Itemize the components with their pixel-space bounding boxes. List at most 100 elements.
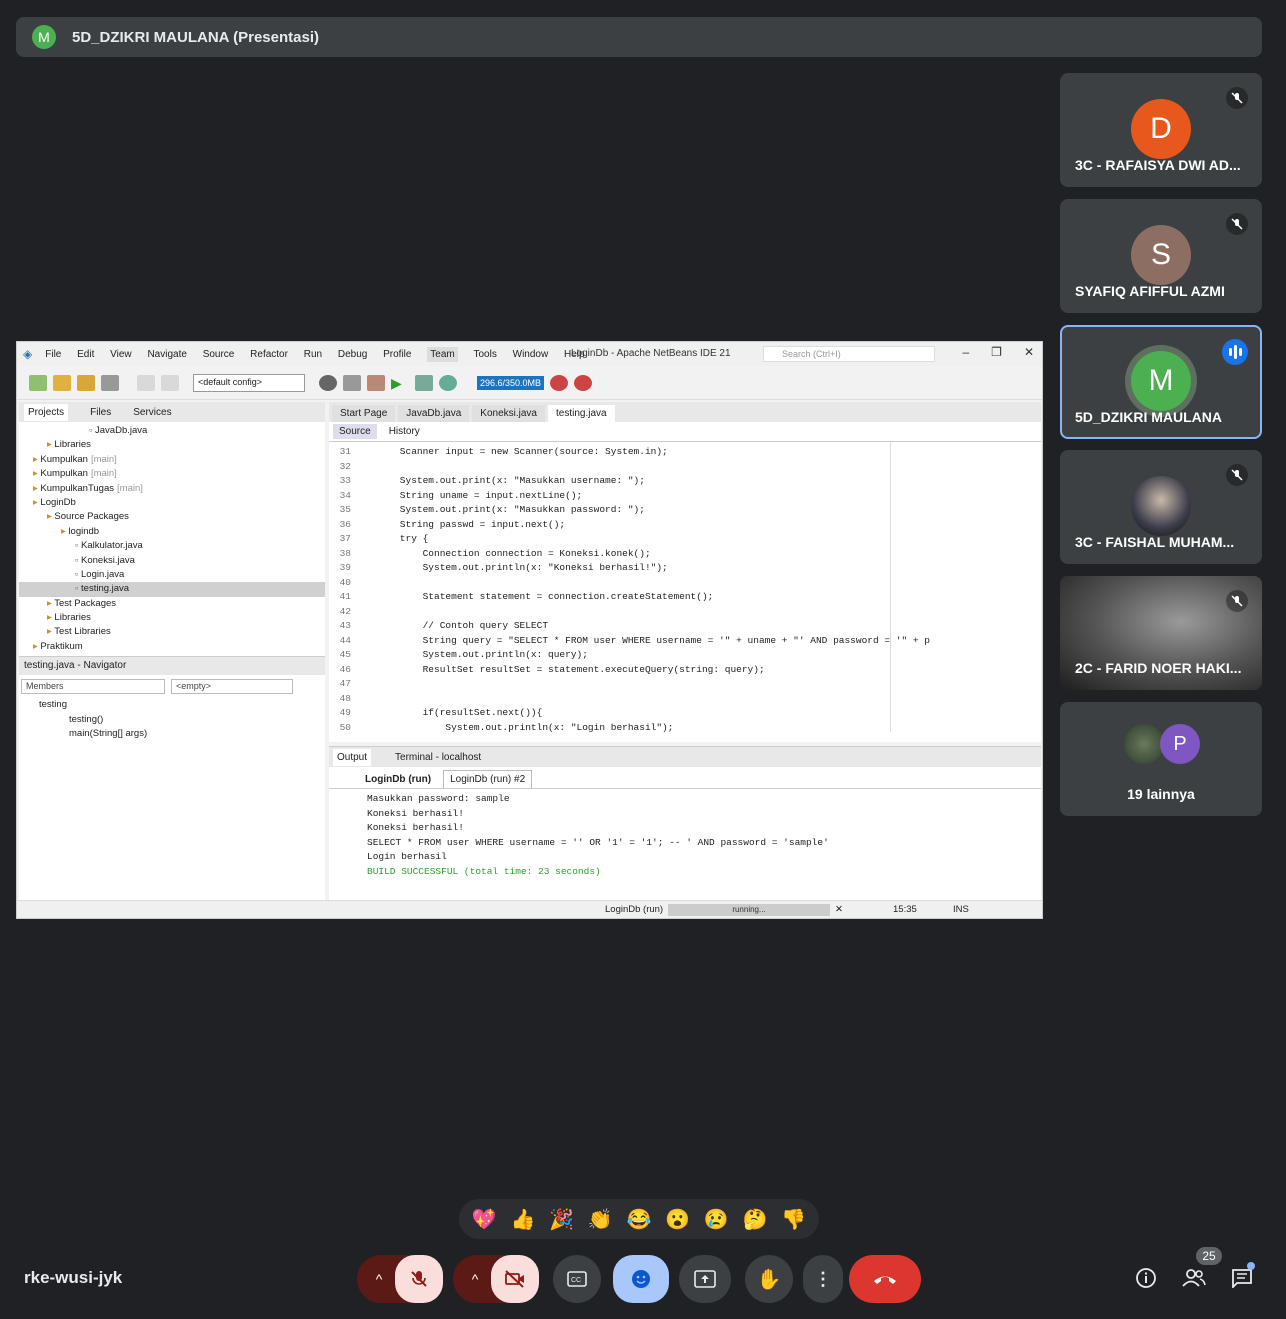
memory-indicator[interactable]: 296.6/350.0MB	[477, 375, 545, 390]
restore-icon[interactable]: ❐	[991, 345, 1002, 359]
reaction-heart[interactable]: 💖	[472, 1207, 497, 1232]
nav-constructor-item[interactable]: testing()	[39, 713, 325, 728]
tab-output[interactable]: Output	[333, 748, 372, 766]
run-tab-2[interactable]: LoginDb (run) #2	[443, 770, 533, 788]
run-tab-1[interactable]: LoginDb (run)	[359, 771, 437, 788]
members-select[interactable]: Members	[21, 679, 165, 694]
source-mode-button[interactable]: Source	[333, 424, 377, 439]
tree-item[interactable]: ▸ Praktikum	[19, 640, 325, 654]
tree-item[interactable]: ▸ Libraries	[19, 438, 325, 452]
tab-terminal[interactable]: Terminal - localhost	[395, 752, 481, 763]
nav-class-item[interactable]: testing	[39, 698, 325, 713]
mic-toggle-button[interactable]	[395, 1255, 443, 1303]
tree-item[interactable]: ▸ Test Packages	[19, 597, 325, 611]
mic-off-icon	[1226, 590, 1248, 612]
debug-icon[interactable]	[415, 374, 433, 391]
reaction-thumbs-up[interactable]: 👍	[511, 1207, 536, 1232]
reaction-surprised[interactable]: 😮	[665, 1207, 690, 1232]
menu-refactor[interactable]: Refactor	[250, 349, 288, 360]
reaction-clap[interactable]: 👏	[588, 1207, 613, 1232]
tree-item[interactable]: ▫ Koneksi.java	[19, 554, 325, 568]
tree-item[interactable]: ▸ Kumpulkan [main]	[19, 453, 325, 467]
menu-view[interactable]: View	[110, 349, 132, 360]
participant-tile[interactable]: D 3C - RAFAISYA DWI AD...	[1060, 73, 1262, 187]
tab-testing[interactable]: testing.java	[548, 405, 615, 422]
menu-team[interactable]: Team	[427, 346, 458, 362]
menu-file[interactable]: File	[45, 349, 61, 360]
tree-item[interactable]: ▸ Libraries	[19, 611, 325, 625]
minimize-icon[interactable]: –	[962, 345, 969, 359]
tree-item[interactable]: ▸ logindb	[19, 525, 325, 539]
meeting-info-button[interactable]	[1134, 1266, 1158, 1290]
tree-item[interactable]: ▸ Source Packages	[19, 510, 325, 524]
line-number: 48	[339, 692, 351, 704]
tree-item[interactable]: ▸ Kumpulkan [main]	[19, 467, 325, 481]
reaction-party[interactable]: 🎉	[549, 1207, 574, 1232]
menu-profile[interactable]: Profile	[383, 349, 411, 360]
tab-start-page[interactable]: Start Page	[332, 405, 396, 422]
close-icon[interactable]: ✕	[1024, 345, 1034, 359]
open-project-icon[interactable]	[77, 374, 95, 391]
globe-icon[interactable]	[319, 374, 337, 391]
tree-item[interactable]: ▫ testing.java	[19, 582, 325, 597]
tab-koneksi[interactable]: Koneksi.java	[472, 405, 545, 422]
tree-item[interactable]: ▫ JavaDb.java	[19, 424, 325, 438]
raise-hand-button[interactable]: ✋	[745, 1255, 793, 1303]
presenter-label: 5D_DZIKRI MAULANA (Presentasi)	[72, 28, 319, 46]
tab-files[interactable]: Files	[90, 407, 111, 418]
menu-source[interactable]: Source	[203, 349, 235, 360]
save-all-icon[interactable]	[101, 374, 119, 391]
code-line: System.out.println(x: query);	[377, 649, 588, 660]
more-options-button[interactable]: ⋮	[803, 1255, 843, 1303]
menu-run[interactable]: Run	[304, 349, 322, 360]
tree-item[interactable]: ▫ Kalkulator.java	[19, 539, 325, 553]
search-box[interactable]: Search (Ctrl+I)	[763, 346, 935, 362]
camera-toggle-button[interactable]	[491, 1255, 539, 1303]
tab-services[interactable]: Services	[133, 407, 171, 418]
profile-icon[interactable]	[439, 374, 457, 391]
new-project-icon[interactable]	[53, 374, 71, 391]
tree-item[interactable]: ▸ KumpulkanTugas [main]	[19, 482, 325, 496]
participant-tile[interactable]: 2C - FARID NOER HAKI...	[1060, 576, 1262, 690]
run-icon[interactable]: ▶	[391, 375, 409, 391]
menu-tools[interactable]: Tools	[474, 349, 497, 360]
redo-icon[interactable]	[161, 374, 179, 391]
tab-projects[interactable]: Projects	[24, 403, 69, 421]
menu-window[interactable]: Window	[513, 349, 549, 360]
filter-select[interactable]: <empty>	[171, 679, 293, 694]
captions-button[interactable]: CC	[553, 1255, 601, 1303]
clean-build-icon[interactable]	[367, 374, 385, 391]
reaction-laugh[interactable]: 😂	[627, 1207, 652, 1232]
history-mode-button[interactable]: History	[389, 426, 420, 437]
navigator-pane: testing.java - Navigator Members <empty>…	[19, 656, 325, 902]
new-file-icon[interactable]	[29, 374, 47, 391]
present-button[interactable]	[679, 1255, 731, 1303]
tab-javadb[interactable]: JavaDb.java	[398, 405, 470, 422]
output-line: Koneksi berhasil!	[367, 822, 464, 833]
config-select[interactable]: <default config>	[193, 373, 305, 392]
profiler-icon[interactable]	[574, 374, 593, 391]
participant-tile-active[interactable]: M 5D_DZIKRI MAULANA	[1060, 325, 1262, 439]
menu-edit[interactable]: Edit	[77, 349, 94, 360]
reaction-sad[interactable]: 😢	[704, 1207, 729, 1232]
menu-debug[interactable]: Debug	[338, 349, 367, 360]
tree-item[interactable]: ▸ Test Libraries	[19, 625, 325, 639]
others-tile[interactable]: P 19 lainnya	[1060, 702, 1262, 816]
line-number: 49	[339, 707, 351, 718]
participant-tile[interactable]: S SYAFIQ AFIFFUL AZMI	[1060, 199, 1262, 313]
participant-tile[interactable]: 3C - FAISHAL MUHAM...	[1060, 450, 1262, 564]
reaction-thinking[interactable]: 🤔	[742, 1207, 767, 1232]
people-button[interactable]	[1182, 1266, 1206, 1290]
emoji-button[interactable]	[613, 1255, 669, 1303]
tree-item[interactable]: ▸ LoginDb	[19, 496, 325, 510]
undo-icon[interactable]	[137, 374, 155, 391]
window-title: LoginDb - Apache NetBeans IDE 21	[571, 348, 731, 359]
build-icon[interactable]	[343, 374, 361, 391]
cancel-task-icon[interactable]: ✕	[835, 904, 843, 915]
nav-method-item[interactable]: main(String[] args)	[39, 727, 325, 742]
tree-item[interactable]: ▫ Login.java	[19, 568, 325, 582]
gc-icon[interactable]	[550, 374, 569, 391]
reaction-thumbs-down[interactable]: 👎	[781, 1207, 806, 1232]
leave-call-button[interactable]	[849, 1255, 921, 1303]
menu-navigate[interactable]: Navigate	[147, 349, 186, 360]
